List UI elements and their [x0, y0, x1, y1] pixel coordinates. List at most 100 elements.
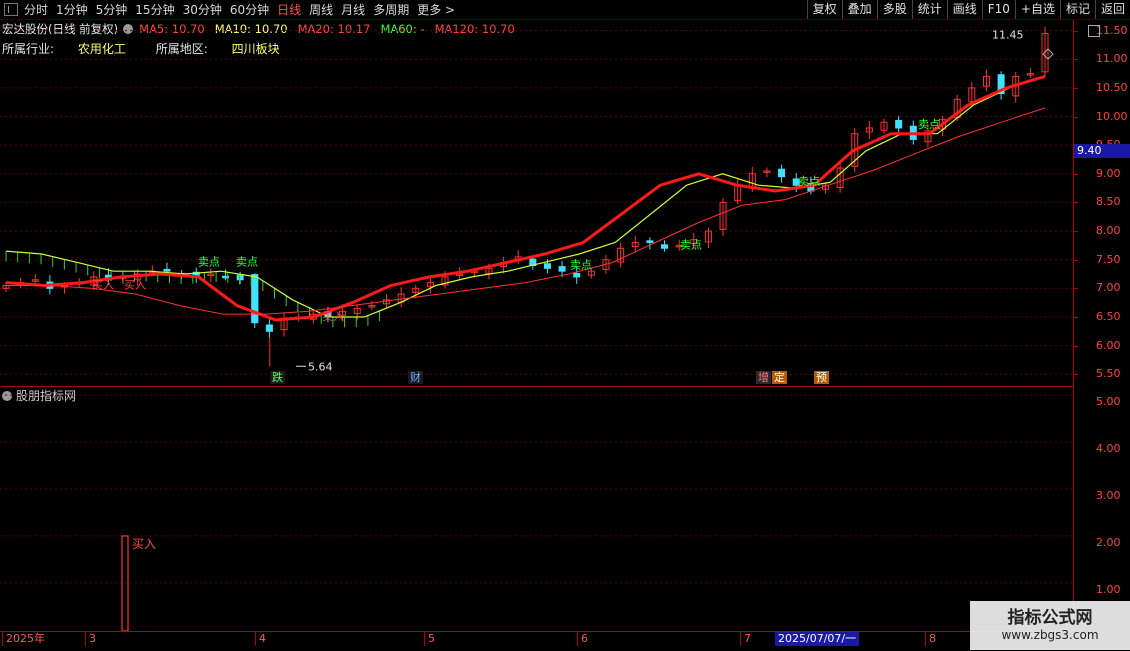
date-label-4: 6 [577, 632, 588, 646]
period-tab-2[interactable]: 5分钟 [96, 1, 128, 18]
date-label-1: 3 [85, 632, 96, 646]
event-badge-4[interactable]: 预 [814, 371, 829, 384]
period-tab-9[interactable]: 多周期 [373, 1, 409, 18]
sell-signal-label: 卖点 [236, 255, 258, 268]
period-tab-4[interactable]: 30分钟 [183, 1, 222, 18]
price-tick: 6.00 [1096, 338, 1121, 352]
period-tabs: 分时 1分钟 5分钟 15分钟 30分钟 60分钟 日线 周线 月线 多周期 更多 > [0, 0, 463, 19]
price-tick: 6.50 [1096, 309, 1121, 323]
period-tab-6[interactable]: 日线 [277, 1, 301, 18]
ma-slow-line [6, 107, 1046, 315]
candle-body [265, 324, 273, 332]
period-tab-8[interactable]: 月线 [341, 1, 365, 18]
watermark-url: www.zbgs3.com [1001, 628, 1099, 642]
price-tick: 7.50 [1096, 252, 1121, 266]
panel-toggle-icon[interactable] [1088, 25, 1100, 37]
candle-body [646, 240, 654, 244]
buy-signal-bar [121, 535, 129, 631]
tick-mark [1074, 345, 1078, 347]
tick-mark [1074, 374, 1078, 376]
sell-signal-label: 卖点 [680, 238, 702, 251]
tick-mark [1074, 116, 1078, 118]
candle-body [543, 263, 551, 269]
low-price-label: 5.64 [308, 360, 333, 373]
buy-signal-label: 买入 [124, 278, 146, 291]
date-label-5: 7 [740, 632, 751, 646]
sell-signal-label: 卖点 [570, 258, 592, 271]
sell-signal-label: 卖点 [198, 255, 220, 268]
watermark-title: 指标公式网 [1007, 608, 1093, 628]
period-tab-0[interactable]: 分时 [24, 1, 48, 18]
candle-body [573, 272, 581, 278]
date-label-0: 2025年 [2, 632, 45, 646]
tick-mark [1074, 231, 1078, 233]
price-tick: 5.50 [1096, 367, 1121, 381]
event-badge-1[interactable]: 财 [408, 371, 423, 384]
event-badge-3[interactable]: 定 [772, 371, 787, 384]
buy-signal-label: 买入 [322, 310, 344, 323]
toolbar-button-2[interactable]: 多股 [876, 0, 912, 19]
current-date: 2025/07/07/一 [775, 632, 860, 646]
tick-mark [1074, 173, 1078, 175]
candle-body [236, 274, 244, 281]
price-tick: 10.00 [1096, 109, 1128, 123]
window-icon[interactable] [4, 3, 18, 16]
toolbar-button-5[interactable]: F10 [981, 0, 1015, 19]
price-tick: 8.00 [1096, 224, 1121, 238]
tool-buttons: 复权 叠加 多股 统计 画线 F10 +自选 标记 返回 [806, 0, 1130, 19]
sell-signal-label: 卖点 [798, 175, 820, 188]
ma-fast-line [5, 74, 1046, 322]
indicator-chart[interactable]: 买入 [0, 387, 1073, 631]
candle-body [251, 274, 259, 323]
period-tab-7[interactable]: 周线 [309, 1, 333, 18]
tick-mark [1074, 30, 1078, 32]
toolbar-button-7[interactable]: 标记 [1059, 0, 1095, 19]
tick-mark [1074, 259, 1078, 261]
tick-mark [1074, 316, 1078, 318]
price-tick: 11.50 [1096, 23, 1128, 37]
event-badge-0[interactable]: 跌 [270, 371, 285, 384]
toolbar-button-1[interactable]: 叠加 [841, 0, 877, 19]
sell-signal-label: 卖点 [918, 118, 940, 131]
candle-body [778, 168, 786, 178]
period-tab-3[interactable]: 15分钟 [135, 1, 174, 18]
price-tick: 8.50 [1096, 195, 1121, 209]
high-price-label: 11.45 [992, 28, 1024, 41]
period-tab-10[interactable]: 更多 > [417, 1, 455, 18]
event-badge-2[interactable]: 增 [756, 371, 771, 384]
date-label-2: 4 [255, 632, 266, 646]
date-axis: 2025/07/07/一 2025年 3 4 5 6 7 8 [0, 631, 1073, 651]
buy-signal-label: 买入 [92, 278, 114, 291]
indicator-tick: 4.00 [1096, 442, 1121, 456]
tick-mark [1074, 59, 1078, 61]
price-tick: 10.50 [1096, 80, 1128, 94]
toolbar: 分时 1分钟 5分钟 15分钟 30分钟 60分钟 日线 周线 月线 多周期 更多 > 复权 叠加 多股… [0, 0, 1130, 20]
current-price-marker: 9.40 [1074, 143, 1130, 158]
watermark: 指标公式网 www.zbgs3.com [970, 601, 1130, 650]
candle-body [163, 268, 171, 272]
toolbar-button-4[interactable]: 画线 [946, 0, 982, 19]
indicator-tick: 3.00 [1096, 489, 1121, 502]
period-tab-1[interactable]: 1分钟 [56, 1, 88, 18]
price-tick: 7.00 [1096, 281, 1121, 295]
toolbar-button-0[interactable]: 复权 [806, 0, 842, 19]
ma-upper-line [5, 75, 1046, 318]
date-label-6: 8 [925, 632, 936, 646]
candle-body [558, 266, 566, 272]
price-tick: 9.00 [1096, 166, 1121, 180]
price-tick: 11.00 [1096, 52, 1128, 66]
indicator-tick: 2.00 [1096, 535, 1121, 549]
period-tab-5[interactable]: 60分钟 [230, 1, 269, 18]
toolbar-button-3[interactable]: 统计 [911, 0, 947, 19]
tick-mark [1074, 288, 1078, 290]
toolbar-button-6[interactable]: +自选 [1014, 0, 1060, 19]
candle-body [895, 120, 903, 129]
tick-mark [1074, 202, 1078, 204]
candlestick-chart[interactable]: 11.455.64卖点 卖点 卖点卖点卖点卖点买入 买入买入 [0, 20, 1073, 386]
indicator-tick: 5.00 [1096, 395, 1121, 409]
price-axis: 11.5011.0010.5010.009.509.008.508.007.50… [1073, 20, 1130, 631]
buy-signal-label: 买入 [132, 537, 156, 551]
candle-body [661, 244, 669, 249]
date-label-3: 5 [424, 632, 435, 646]
toolbar-button-8[interactable]: 返回 [1094, 0, 1130, 19]
